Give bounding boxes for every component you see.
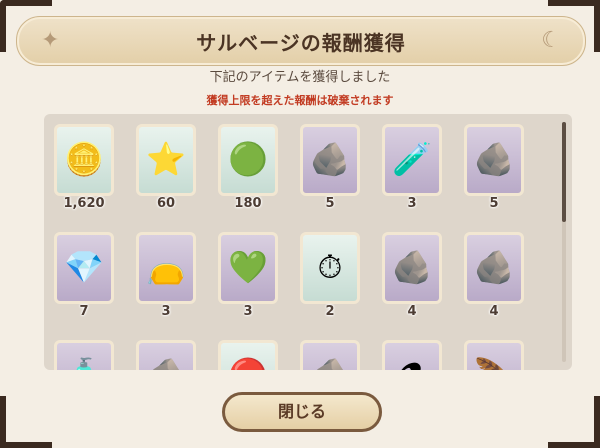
reward-quantity: 4 [407, 304, 417, 319]
stone-fragment-icon: 🪨 [303, 357, 357, 370]
stone-fragment-icon: 🪨 [310, 140, 350, 178]
scrollbar-thumb[interactable] [562, 122, 566, 222]
reward-quantity: 180 [234, 196, 262, 211]
stone-fragment-icon: 🪨 [139, 357, 193, 370]
pouch-icon: 👝 [146, 248, 186, 286]
reward-quantity: 7 [79, 304, 89, 319]
reward-item[interactable]: ⏱ [300, 232, 360, 304]
reward-quantity: 3 [407, 196, 417, 211]
reward-item[interactable]: 💎 [54, 232, 114, 304]
quill-icon: 🪶 [467, 357, 521, 370]
reward-item[interactable]: 🟢 [218, 124, 278, 196]
reward-item[interactable]: 🪨 [300, 340, 360, 370]
stone-fragment-icon: 🪨 [474, 248, 514, 286]
pocket-watch-icon: ⏱ [317, 248, 343, 286]
reward-item[interactable]: 🪨 [136, 340, 196, 370]
coin-icon: 🪙 [64, 140, 104, 178]
blue-crystal-icon: 💎 [64, 248, 104, 286]
reward-item[interactable]: 🪨 [464, 232, 524, 304]
reward-item[interactable]: 🪙 [54, 124, 114, 196]
reward-item[interactable]: 🪨 [382, 232, 442, 304]
stone-fragment-icon: 🪨 [392, 248, 432, 286]
reward-item[interactable]: 🪶 [464, 340, 524, 370]
star-icon: ⭐ [146, 140, 186, 178]
reward-quantity: 4 [489, 304, 499, 319]
green-crystal-icon: 💚 [228, 248, 268, 286]
reward-quantity: 1,620 [63, 196, 105, 211]
potion-icon: 🧴 [57, 357, 111, 370]
reward-quantity: 3 [161, 304, 171, 319]
reward-quantity: 2 [325, 304, 335, 319]
reward-item[interactable]: 🧪 [382, 124, 442, 196]
reward-quantity: 60 [156, 196, 176, 211]
reward-list[interactable]: 🪙 1,620 ⭐ 60 🟢 180 🪨 5 🧪 3 🪨 5 💎 7 👝 3 💚 3 ⏱ 2 🪨 4 🪨 4 🧴 🪨 🔴 🪨 ⚗ 🪶 [44, 114, 572, 370]
reward-quantity: 5 [325, 196, 335, 211]
green-orb-icon: 🟢 [228, 140, 268, 178]
reward-item[interactable]: 🔴 [218, 340, 278, 370]
reward-item[interactable]: 👝 [136, 232, 196, 304]
dialog-subtitle: 下記のアイテムを獲得しました [209, 70, 391, 85]
red-item-icon: 🔴 [221, 357, 275, 370]
reward-quantity: 5 [489, 196, 499, 211]
reward-item[interactable]: 💚 [218, 232, 278, 304]
reward-quantity: 3 [243, 304, 253, 319]
reward-item[interactable]: 🧴 [54, 340, 114, 370]
reward-item[interactable]: ⭐ [136, 124, 196, 196]
stone-fragment-icon: 🪨 [474, 140, 514, 178]
reward-item[interactable]: 🪨 [300, 124, 360, 196]
discard-warning: 獲得上限を超えた報酬は破棄されます [206, 94, 394, 107]
reward-item[interactable]: ⚗ [382, 340, 442, 370]
frame-corner-bottom-left [0, 396, 52, 448]
potion-quill-icon: 🧪 [392, 140, 432, 178]
frame-corner-bottom-right [548, 396, 600, 448]
moon-icon: ☾ [541, 28, 561, 53]
close-button[interactable]: 閉じる [222, 392, 382, 432]
dialog-title-bar: ✦ サルベージの報酬獲得 ☾ [16, 16, 586, 66]
flask-icon: ⚗ [385, 357, 439, 370]
reward-item[interactable]: 🪨 [464, 124, 524, 196]
dialog-title: サルベージの報酬獲得 [196, 31, 406, 55]
